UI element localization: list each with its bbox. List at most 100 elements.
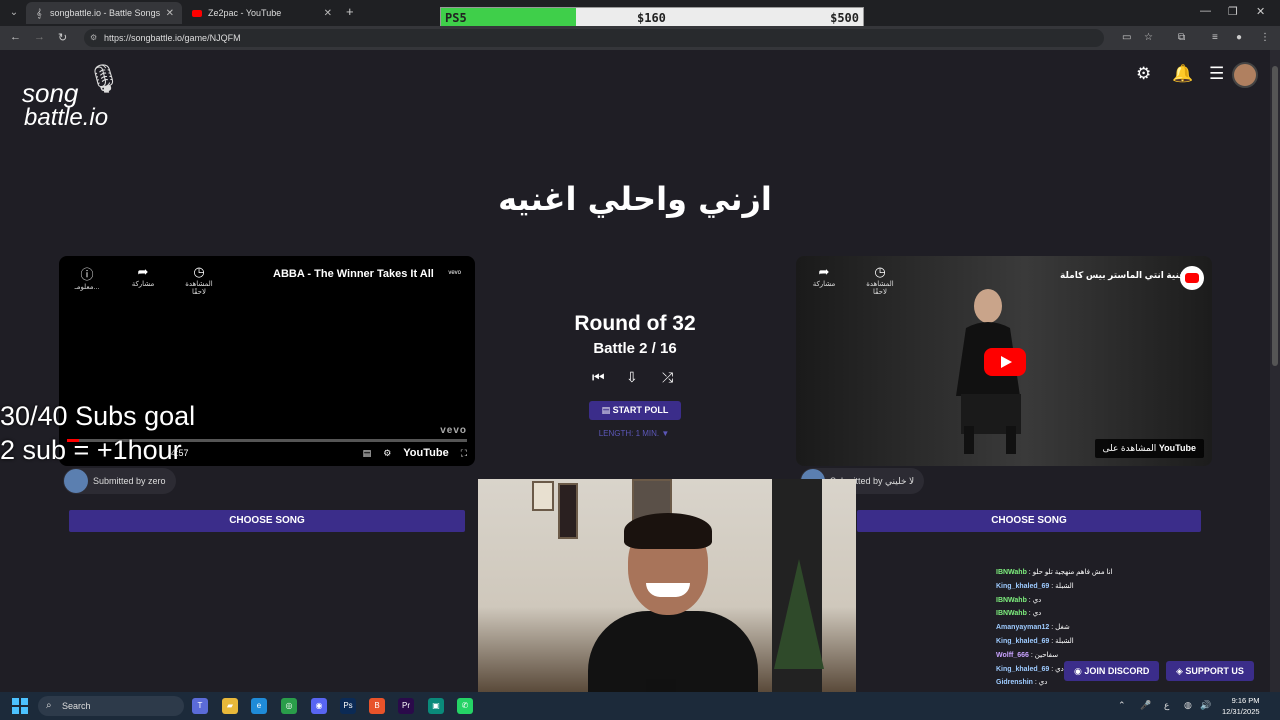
new-tab-button[interactable]: + [346,4,354,19]
taskbar-clock[interactable]: 9:16 PM 12/31/2025 [1222,695,1260,717]
watch-later-label: المشاهدة لاحقًا [185,281,213,296]
close-tab-icon[interactable]: ✕ [166,8,174,19]
chat-username[interactable]: IBNWahb [996,610,1027,617]
submitted-by-text: Submitted by zero [93,476,166,486]
start-poll-button[interactable]: ▤ START POLL [589,401,681,420]
cast-icon[interactable]: ▭ [1122,32,1131,43]
poll-length-select[interactable]: LENGTH: 1 MIN. ▼ [540,429,728,438]
tab-label: songbattle.io - Battle Songs ag [50,8,162,18]
chat-username[interactable]: Amanyayman12 [996,624,1049,631]
streamer [588,513,758,692]
tray-chevron-icon[interactable]: ⌃ [1118,700,1126,711]
video-title[interactable]: ABBA - The Winner Takes It All [273,268,434,280]
watch-later-button[interactable]: ◷ المشاهدة لاحقًا [862,264,898,296]
premiere-icon[interactable]: Pr [398,698,414,714]
address-bar-row: ← → ↻ ⚙ https://songbattle.io/game/NJQFM… [0,26,1280,50]
teams-icon[interactable]: T [192,698,208,714]
share-label: مشاركة [131,281,155,288]
photoshop-icon[interactable]: Ps [340,698,356,714]
chat-username[interactable]: Wolff_666 [996,652,1029,659]
download-icon[interactable]: ⇩ [626,369,638,386]
taskbar-search[interactable]: ⌕ Search [38,696,184,716]
windows-start-icon[interactable] [12,698,28,714]
watch-later-button[interactable]: ◷ المشاهدة لاحقًا [181,264,217,296]
subtitles-icon[interactable]: ▤ [363,448,372,459]
support-us-button[interactable]: ◈ SUPPORT US [1166,661,1254,681]
tray-volume-icon[interactable]: 🔊 [1200,700,1211,711]
whatsapp-icon[interactable]: ✆ [457,698,473,714]
chat-username[interactable]: IBNWahb [996,597,1027,604]
search-label: Search [62,701,91,711]
tray-network-icon[interactable]: ◍ [1184,700,1192,711]
minimize-icon[interactable]: — [1200,5,1211,17]
chat-text: دي [1038,679,1048,687]
subs-goal-overlay: 30/40 Subs goal 2 sub = +1hour [0,399,195,467]
close-tab-icon[interactable]: ✕ [324,8,332,19]
watch-on-label: المشاهدة على [1102,443,1157,453]
discord-icon: ◉ [1074,666,1085,676]
shuffle-icon[interactable]: ⤮ [662,369,673,386]
chat-username[interactable]: Gidrenshin [996,679,1033,686]
right-choose-song-button[interactable]: CHOOSE SONG [857,510,1201,532]
right-video-player[interactable]: ➦ مشاركة ◷ المشاهدة لاحقًا اغنية انتي الما… [796,256,1212,466]
watch-on-youtube-button[interactable]: المشاهدة على YouTube [1094,439,1204,458]
battle-counter: Battle 2 / 16 [593,340,677,357]
brave-icon[interactable]: B [369,698,385,714]
info-button[interactable]: ⓘ معلومـ... [69,264,105,296]
chat-username[interactable]: King_khaled_69 [996,583,1049,590]
hamburger-menu-icon[interactable]: ☰ [1209,64,1224,84]
chat-text: الشبلة [1055,637,1074,645]
poll-icon: ▤ [601,405,613,415]
chat-username[interactable]: IBNWahb [996,569,1027,576]
discord-taskbar-icon[interactable]: ◉ [311,698,327,714]
chat-text: دي [1055,665,1064,673]
tab-youtube[interactable]: Ze2pac - YouTube ✕ [184,2,340,24]
browser-menu-icon[interactable]: ⋮ [1260,32,1270,43]
video-title[interactable]: اغنية انتي الماستر بيس كاملة [1060,270,1188,281]
tab-songbattle[interactable]: 𝄞 songbattle.io - Battle Songs ag ✕ [26,2,182,24]
share-button[interactable]: ➦ مشاركة [806,264,842,296]
settings-icon[interactable]: ⚙ [383,448,391,459]
previous-icon[interactable]: ⏮ [592,369,605,386]
bookmark-star-icon[interactable]: ☆ [1144,32,1153,43]
chat-username[interactable]: King_khaled_69 [996,638,1049,645]
sub-rule-text: 2 sub = +1hour [0,435,182,465]
reload-icon[interactable]: ↻ [58,31,67,44]
search-icon: ⌕ [46,700,52,711]
extensions-icon[interactable]: ⧉ [1178,32,1185,43]
streamer-hair [624,513,712,549]
goal-current-label: $160 [637,11,666,25]
songbattle-logo[interactable]: 🎙 song battle.io [20,62,140,134]
capcut-icon[interactable]: ▣ [428,698,444,714]
chat-username[interactable]: King_khaled_69 [996,666,1049,673]
edge-icon[interactable]: e [251,698,267,714]
back-icon[interactable]: ← [10,31,21,43]
round-label: Round of 32 [574,312,696,335]
reading-list-icon[interactable]: ≡ [1212,32,1218,43]
url-field[interactable]: ⚙ https://songbattle.io/game/NJQFM [84,29,1104,47]
site-info-icon[interactable]: ⚙ [90,29,97,47]
left-choose-song-button[interactable]: CHOOSE SONG [69,510,465,532]
page-scrollbar[interactable] [1270,50,1280,692]
notification-bell-icon[interactable]: 🔔 [1172,64,1193,84]
support-icon: ◈ [1176,666,1186,676]
close-window-icon[interactable]: ✕ [1256,5,1265,18]
profile-icon[interactable]: ● [1236,32,1242,43]
chrome-icon[interactable]: ◎ [281,698,297,714]
join-discord-button[interactable]: ◉ JOIN DISCORD [1064,661,1160,681]
info-icon: ⓘ [80,267,94,282]
support-us-label: SUPPORT US [1185,666,1244,676]
settings-gear-icon[interactable]: ⚙ [1136,64,1151,84]
file-explorer-icon[interactable]: ▰ [222,698,238,714]
youtube-logo[interactable]: YouTube [403,447,448,459]
share-button[interactable]: ➦ مشاركة [125,264,161,296]
scrollbar-thumb[interactable] [1272,66,1278,366]
tab-search-icon[interactable]: ⌄ [6,5,22,21]
fullscreen-icon[interactable]: ⛶ [461,448,467,459]
user-avatar[interactable] [1232,62,1258,88]
tray-mic-icon[interactable]: 🎤 [1140,700,1151,711]
play-button-icon[interactable] [984,348,1026,376]
tray-language-icon[interactable]: ع [1164,700,1169,711]
maximize-icon[interactable]: ❐ [1228,5,1238,18]
forward-icon[interactable]: → [34,31,45,43]
